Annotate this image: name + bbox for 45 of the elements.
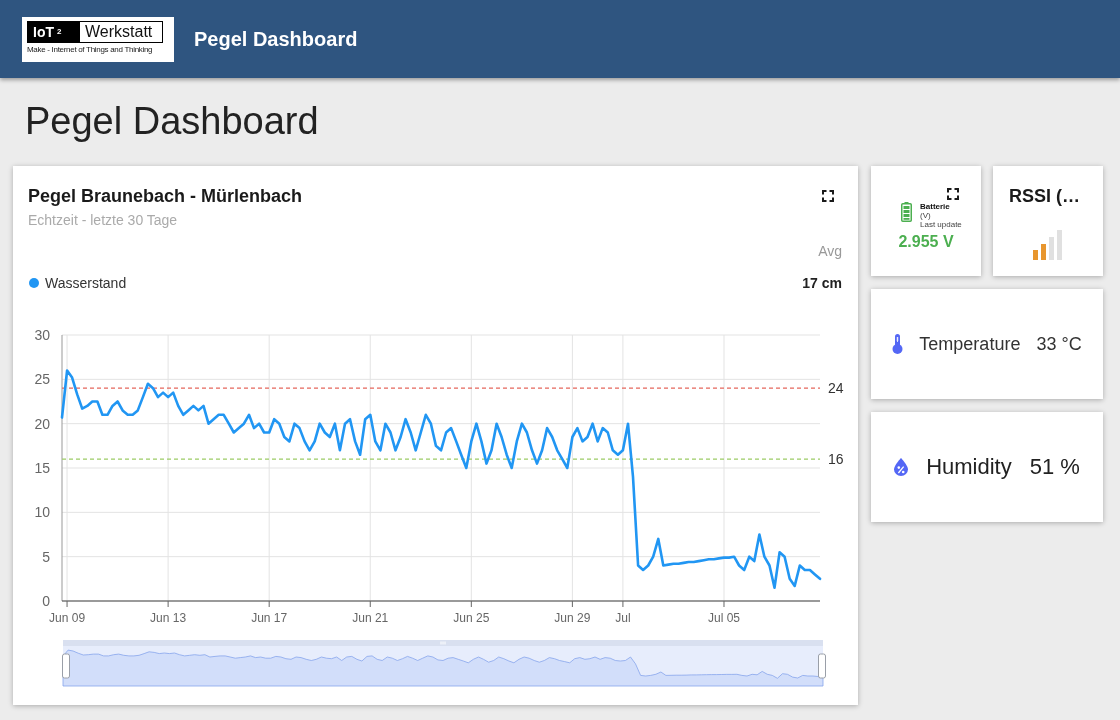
x-axis-label: Jun 17 xyxy=(251,611,288,625)
y-axis-label: 15 xyxy=(34,460,50,476)
y-axis-label: 30 xyxy=(34,327,50,343)
page-title: Pegel Dashboard xyxy=(25,99,319,144)
x-axis-label: Jun 29 xyxy=(554,611,591,625)
legend-header: Avg xyxy=(818,242,842,260)
logo-tagline: Make - Internet of Things and Thinking xyxy=(27,44,153,55)
x-axis-label: Jun 09 xyxy=(49,611,86,625)
chart-title: Pegel Braunebach - Mürlenbach xyxy=(28,186,303,206)
legend-label[interactable]: Wasserstand xyxy=(45,275,127,291)
expand-icon[interactable] xyxy=(947,188,959,200)
logo-name: Werkstatt xyxy=(84,21,154,42)
navigator-scrollbar[interactable] xyxy=(63,640,823,646)
header-title: Pegel Dashboard xyxy=(194,27,358,51)
x-axis-label: Jun 25 xyxy=(453,611,490,625)
y-axis-label: 0 xyxy=(42,593,50,609)
sensor-label: Temperature xyxy=(919,333,1021,355)
threshold-label: 16 xyxy=(828,451,844,468)
range-handle[interactable] xyxy=(62,653,70,679)
y-axis-label: 5 xyxy=(42,548,50,565)
x-axis-label: Jul 05 xyxy=(707,611,740,625)
y-axis-label: 25 xyxy=(34,371,50,388)
sensor-value: 51 % xyxy=(1029,454,1080,480)
threshold-label: 24 xyxy=(828,380,844,397)
y-axis-label: 20 xyxy=(34,415,50,432)
sensor-value: 33 °C xyxy=(1036,333,1082,355)
x-axis-label: Jun 21 xyxy=(352,611,389,625)
thermometer-icon xyxy=(892,334,904,354)
battery-value: 2.955 V xyxy=(898,232,954,252)
battery-icon xyxy=(901,202,912,222)
range-handle[interactable] xyxy=(818,653,826,679)
expand-icon[interactable] xyxy=(822,190,834,202)
legend-value: 17 cm xyxy=(802,275,842,291)
chart-subtitle: Echtzeit - letzte 30 Tage xyxy=(28,211,178,229)
battery-title: Batterie xyxy=(920,202,950,211)
x-axis-label: Jun 13 xyxy=(150,611,187,625)
battery-unit: (V) xyxy=(920,211,931,220)
logo-brand: IoT$^{2}$ xyxy=(28,21,80,42)
rssi-title: RSSI (… xyxy=(1009,186,1080,206)
y-axis-label: 10 xyxy=(34,504,50,521)
sensor-label: Humidity xyxy=(926,454,1012,480)
signal-bars-icon xyxy=(1033,230,1063,260)
x-axis-label: Jul xyxy=(615,611,631,625)
droplet-percent-icon xyxy=(894,458,909,476)
battery-caption: Last update xyxy=(920,220,962,229)
